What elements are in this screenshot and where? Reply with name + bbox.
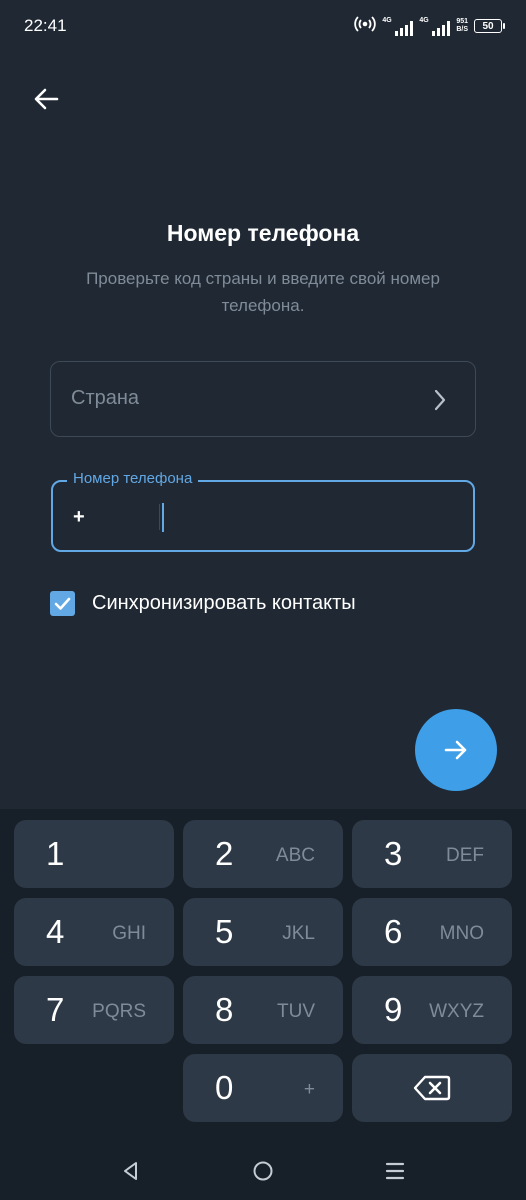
text-cursor [162, 503, 164, 532]
page-title: Номер телефона [166, 220, 360, 246]
key-3[interactable]: 3 DEF [352, 820, 512, 888]
key-digit: 4 [46, 913, 65, 950]
key-digit: 5 [215, 913, 234, 950]
phone-field-label: Номер телефона [67, 470, 199, 487]
checkmark-icon [54, 597, 71, 610]
key-6[interactable]: 6 MNO [352, 898, 512, 966]
network-type-label: 4G [419, 17, 429, 24]
key-letters: + [303, 1079, 315, 1100]
key-letters: GHI [112, 923, 146, 944]
key-0[interactable]: 0 + [183, 1054, 343, 1122]
page-subtitle: Проверьте код страны и введите свой номе… [86, 269, 440, 315]
battery-icon: 50 [474, 19, 505, 33]
chevron-right-icon [434, 389, 446, 411]
home-circle-icon [253, 1161, 273, 1181]
key-8[interactable]: 8 TUV [183, 976, 343, 1044]
phone-number-field[interactable]: Номер телефона + [51, 470, 475, 552]
backspace-key[interactable] [352, 1054, 512, 1122]
key-digit: 2 [215, 835, 234, 872]
status-icons: 4G 4G 951 B/S 50 [354, 14, 505, 38]
arrow-right-icon [444, 740, 467, 760]
nav-recents-button[interactable] [383, 1159, 407, 1183]
country-selector[interactable]: Страна [50, 361, 476, 437]
arrow-left-icon [34, 88, 59, 110]
key-letters: JKL [282, 923, 315, 944]
recents-menu-icon [385, 1162, 405, 1180]
country-code-prefix: + [73, 506, 85, 528]
back-button[interactable] [30, 82, 64, 116]
key-letters: MNO [439, 923, 484, 944]
key-digit: 7 [46, 991, 65, 1028]
status-time: 22:41 [24, 16, 67, 35]
key-7[interactable]: 7 PQRS [14, 976, 174, 1044]
key-letters: WXYZ [429, 1001, 484, 1022]
sync-contacts-checkbox[interactable] [50, 590, 75, 616]
nav-home-button[interactable] [251, 1159, 275, 1183]
key-letters: DEF [446, 845, 484, 866]
key-2[interactable]: 2 ABC [183, 820, 343, 888]
status-bar: 22:41 4G 4G 951 B/S 50 [0, 0, 526, 54]
key-digit: 6 [384, 913, 403, 950]
signal-icon: 4G [382, 16, 414, 36]
next-button[interactable] [415, 709, 497, 791]
sync-contacts-option[interactable]: Синхронизировать контакты [50, 590, 356, 616]
network-speed-unit: B/S [456, 26, 468, 33]
network-speed-value: 951 [456, 18, 468, 25]
sync-contacts-label: Синхронизировать контакты [92, 591, 356, 614]
network-type-label: 4G [382, 17, 392, 24]
network-speed: 951 B/S [456, 18, 468, 34]
key-letters: PQRS [92, 1001, 146, 1022]
key-digit: 0 [215, 1069, 234, 1106]
key-digit: 9 [384, 991, 403, 1028]
back-triangle-icon [124, 1162, 137, 1180]
hotspot-icon [354, 15, 377, 38]
backspace-icon [413, 1075, 451, 1101]
signal-icon: 4G [419, 16, 451, 36]
key-letters: TUV [277, 1001, 315, 1022]
key-9[interactable]: 9 WXYZ [352, 976, 512, 1044]
system-nav-bar [0, 1141, 526, 1200]
key-1[interactable]: 1 [14, 820, 174, 888]
country-placeholder: Страна [71, 387, 140, 409]
key-4[interactable]: 4 GHI [14, 898, 174, 966]
country-code-divider [159, 504, 160, 530]
nav-back-button[interactable] [119, 1159, 143, 1183]
key-letters: ABC [275, 845, 315, 866]
key-digit: 1 [46, 835, 65, 872]
battery-level: 50 [482, 20, 494, 32]
key-digit: 3 [384, 835, 403, 872]
key-5[interactable]: 5 JKL [183, 898, 343, 966]
numeric-keypad: 1 2 ABC 3 DEF 4 GHI 5 JKL 6 MNO 7 PQRS 8… [0, 809, 526, 1141]
key-digit: 8 [215, 991, 234, 1028]
